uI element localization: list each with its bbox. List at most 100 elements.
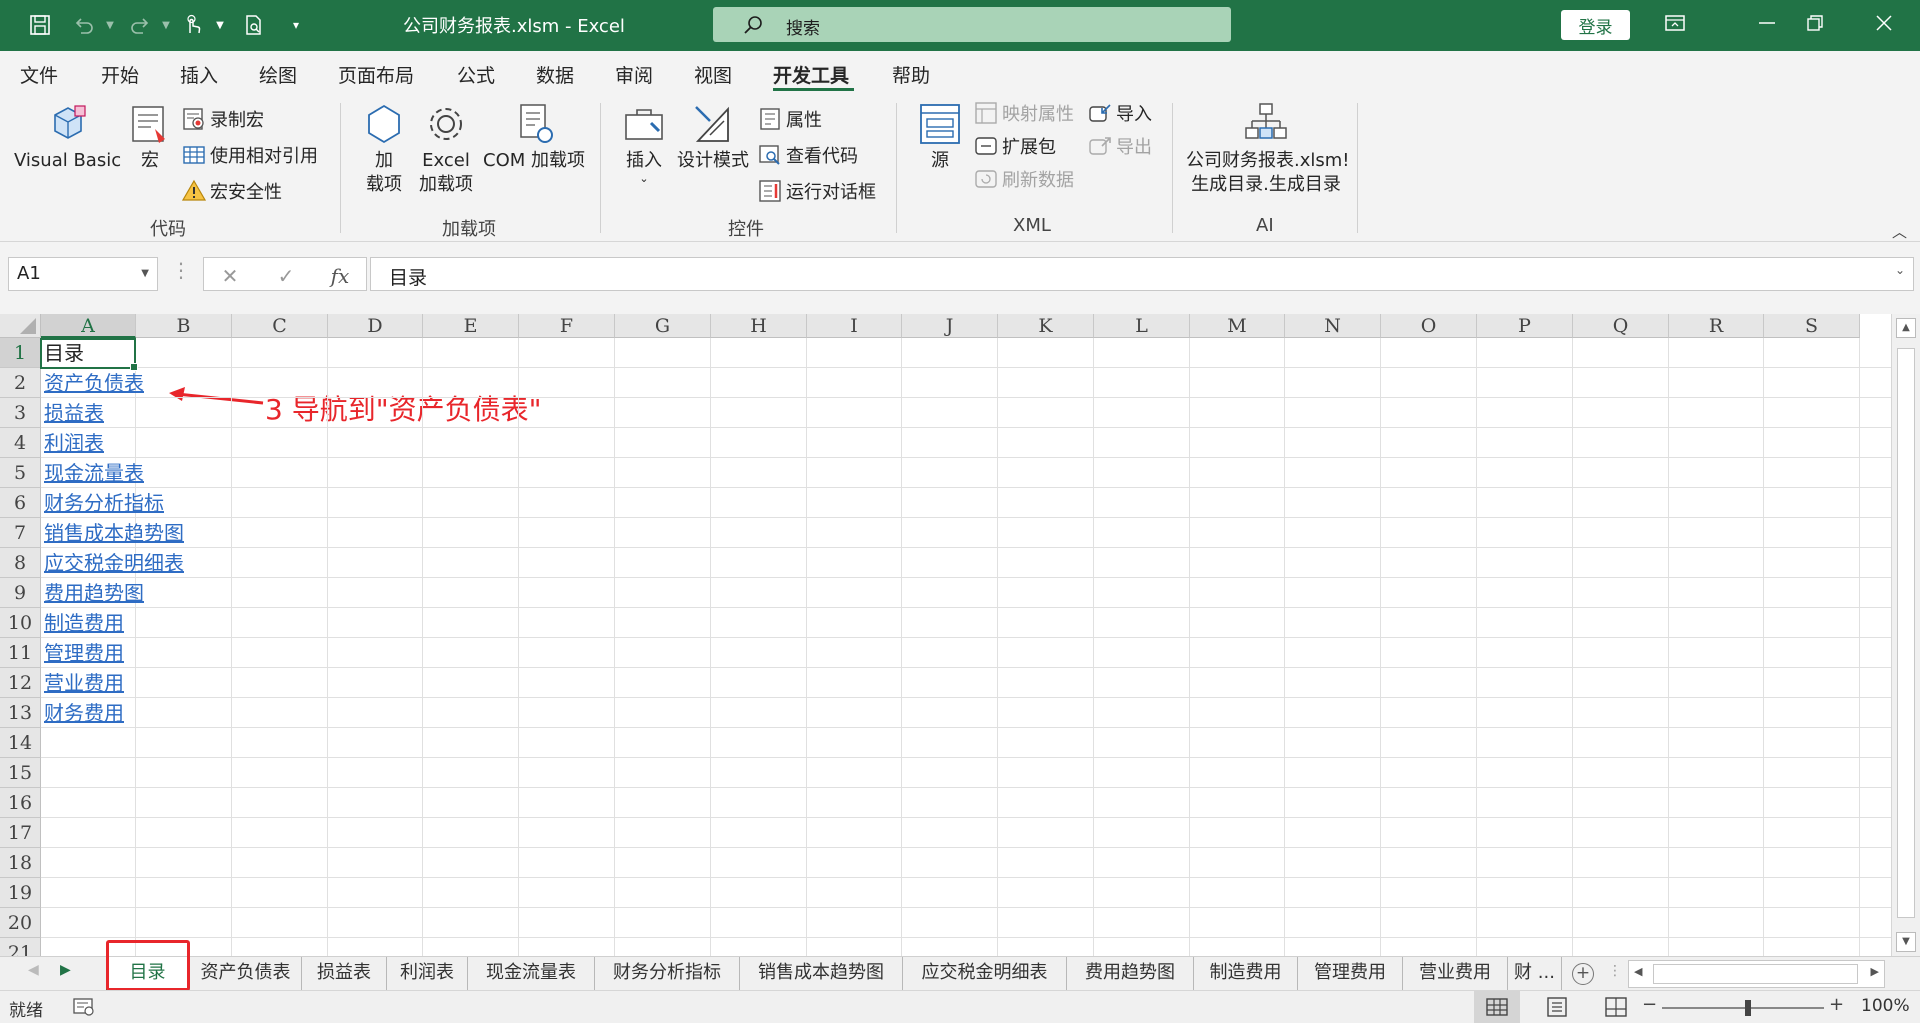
row-header-2[interactable]: 2 xyxy=(0,368,41,398)
touch-mode-icon[interactable] xyxy=(180,12,206,38)
tab-draw[interactable]: 绘图 xyxy=(259,61,297,88)
worksheet-grid[interactable]: 3 导航到"资产负债表" ▲ ▼ ABCDEFGHIJKLMNOPQRS1234… xyxy=(0,314,1920,956)
vertical-scrollbar[interactable]: ▲ ▼ xyxy=(1891,314,1920,956)
column-header-e[interactable]: E xyxy=(423,314,519,338)
customize-toolbar-icon[interactable]: ▾ xyxy=(283,12,309,38)
column-header-l[interactable]: L xyxy=(1094,314,1190,338)
column-header-g[interactable]: G xyxy=(615,314,711,338)
enter-icon[interactable]: ✓ xyxy=(271,264,301,288)
tab-review[interactable]: 审阅 xyxy=(615,61,653,88)
column-header-c[interactable]: C xyxy=(232,314,328,338)
add-ins-button[interactable]: 加 载项 xyxy=(358,101,410,197)
refresh-data-button[interactable]: 刷新数据 xyxy=(974,165,1074,193)
row-header-17[interactable]: 17 xyxy=(0,818,41,848)
generate-toc-macro-button[interactable]: 公司财务报表.xlsm! 生成目录.生成目录 xyxy=(1186,101,1350,197)
macro-security-button[interactable]: 宏安全性 xyxy=(182,177,282,205)
print-preview-icon[interactable] xyxy=(241,12,267,38)
sheet-tab[interactable]: 利润表 xyxy=(387,957,468,991)
redo-dropdown-icon[interactable]: ▼ xyxy=(153,12,179,38)
xml-source-button[interactable]: 源 xyxy=(914,101,966,173)
column-header-k[interactable]: K xyxy=(998,314,1094,338)
tab-view[interactable]: 视图 xyxy=(694,61,732,88)
sheet-tab[interactable]: 销售成本趋势图 xyxy=(740,957,903,991)
row-header-16[interactable]: 16 xyxy=(0,788,41,818)
horizontal-scroll-thumb[interactable] xyxy=(1653,964,1858,984)
hyperlink-cell[interactable]: 财务分析指标 xyxy=(44,488,164,518)
com-add-ins-button[interactable]: COM 加载项 xyxy=(480,101,588,173)
column-header-m[interactable]: M xyxy=(1190,314,1285,338)
hyperlink-cell[interactable]: 管理费用 xyxy=(44,638,124,668)
collapse-ribbon-icon[interactable]: ︿ xyxy=(1892,221,1907,242)
tab-insert[interactable]: 插入 xyxy=(180,61,218,88)
page-layout-view-icon[interactable] xyxy=(1545,996,1569,1018)
row-header-18[interactable]: 18 xyxy=(0,848,41,878)
redo-icon[interactable] xyxy=(127,12,153,38)
row-header-15[interactable]: 15 xyxy=(0,758,41,788)
minimize-icon[interactable] xyxy=(1756,12,1782,38)
normal-view-button[interactable] xyxy=(1474,991,1520,1023)
run-dialog-button[interactable]: 运行对话框 xyxy=(758,177,876,205)
login-button[interactable]: 登录 xyxy=(1561,10,1630,40)
save-icon[interactable] xyxy=(27,12,53,38)
scroll-down-icon[interactable]: ▼ xyxy=(1896,932,1916,952)
tab-split-grip-icon[interactable]: ⋮ xyxy=(1608,963,1622,979)
column-header-h[interactable]: H xyxy=(711,314,807,338)
row-header-4[interactable]: 4 xyxy=(0,428,41,458)
column-header-o[interactable]: O xyxy=(1381,314,1477,338)
column-header-j[interactable]: J xyxy=(902,314,998,338)
page-break-view-icon[interactable] xyxy=(1604,996,1628,1018)
column-header-a[interactable]: A xyxy=(41,314,136,338)
map-properties-button[interactable]: 映射属性 xyxy=(974,99,1074,127)
prev-sheet-icon[interactable]: ◀ xyxy=(28,962,39,978)
properties-button[interactable]: 属性 xyxy=(758,105,822,133)
expand-formula-icon[interactable]: ⌄ xyxy=(1895,263,1905,277)
tab-home[interactable]: 开始 xyxy=(101,61,139,88)
xml-export-button[interactable]: 导出 xyxy=(1088,132,1152,160)
sheet-tab[interactable]: 财务分析指标 xyxy=(595,957,740,991)
sheet-tab[interactable]: 费用趋势图 xyxy=(1067,957,1194,991)
column-header-f[interactable]: F xyxy=(519,314,615,338)
sheet-tab[interactable]: 制造费用 xyxy=(1194,957,1298,991)
row-header-12[interactable]: 12 xyxy=(0,668,41,698)
row-header-13[interactable]: 13 xyxy=(0,698,41,728)
close-icon[interactable] xyxy=(1873,12,1899,38)
design-mode-button[interactable]: 设计模式 xyxy=(676,101,750,173)
restore-icon[interactable] xyxy=(1804,12,1830,38)
view-code-button[interactable]: 查看代码 xyxy=(758,141,858,169)
row-header-9[interactable]: 9 xyxy=(0,578,41,608)
name-box-dropdown-icon[interactable]: ▼ xyxy=(141,268,149,279)
hyperlink-cell[interactable]: 销售成本趋势图 xyxy=(44,518,184,548)
hyperlink-cell[interactable]: 营业费用 xyxy=(44,668,124,698)
record-macro-button[interactable]: 录制宏 xyxy=(182,105,264,133)
row-header-19[interactable]: 19 xyxy=(0,878,41,908)
zoom-out-icon[interactable]: − xyxy=(1642,994,1657,1015)
sheet-tab[interactable]: 应交税金明细表 xyxy=(903,957,1067,991)
touch-dropdown-icon[interactable]: ▼ xyxy=(207,12,233,38)
horizontal-scrollbar[interactable]: ◀ ▶ xyxy=(1628,960,1885,988)
scroll-left-icon[interactable]: ◀ xyxy=(1634,965,1642,978)
tab-developer[interactable]: 开发工具 xyxy=(773,61,849,88)
macro-recording-status-icon[interactable] xyxy=(72,996,96,1018)
zoom-level[interactable]: 100% xyxy=(1861,996,1910,1016)
column-header-i[interactable]: I xyxy=(807,314,902,338)
hyperlink-cell[interactable]: 现金流量表 xyxy=(44,458,144,488)
row-header-21[interactable]: 21 xyxy=(0,938,41,956)
column-header-r[interactable]: R xyxy=(1669,314,1764,338)
row-header-11[interactable]: 11 xyxy=(0,638,41,668)
cancel-icon[interactable]: ✕ xyxy=(215,264,245,288)
sheet-tab[interactable]: 损益表 xyxy=(302,957,387,991)
zoom-slider-thumb[interactable] xyxy=(1745,1000,1751,1016)
row-header-3[interactable]: 3 xyxy=(0,398,41,428)
relative-reference-button[interactable]: 使用相对引用 xyxy=(182,141,318,169)
sheet-tab[interactable]: 现金流量表 xyxy=(468,957,595,991)
sheet-tab[interactable]: 财 ... xyxy=(1508,957,1562,991)
hyperlink-cell[interactable]: 利润表 xyxy=(44,428,104,458)
zoom-in-icon[interactable]: + xyxy=(1829,994,1844,1015)
insert-function-icon[interactable]: fx xyxy=(325,264,355,288)
formula-input[interactable]: 目录 ⌄ xyxy=(370,257,1914,291)
row-header-7[interactable]: 7 xyxy=(0,518,41,548)
column-header-n[interactable]: N xyxy=(1285,314,1381,338)
column-header-b[interactable]: B xyxy=(136,314,232,338)
zoom-slider-track[interactable] xyxy=(1662,1007,1824,1009)
select-all-corner[interactable] xyxy=(0,314,41,338)
